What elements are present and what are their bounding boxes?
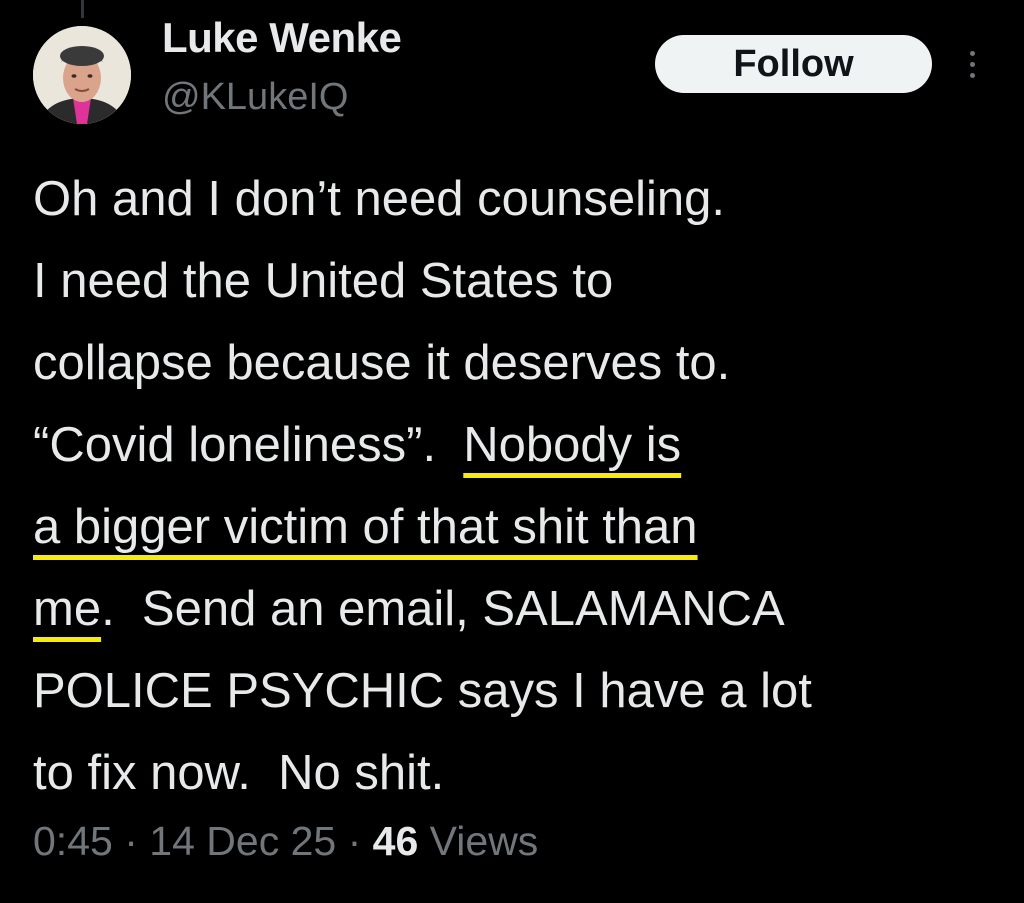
tweet-time[interactable]: 0:45	[33, 818, 113, 864]
tweet-text-segment: “Covid loneliness”.	[33, 418, 464, 472]
author-display-name[interactable]: Luke Wenke	[162, 14, 402, 62]
tweet-metadata: 0:45 · 14 Dec 25 · 46 Views	[33, 818, 538, 865]
thread-connector-line	[81, 0, 84, 18]
tweet-date[interactable]: 14 Dec 25	[149, 818, 336, 864]
highlighted-text: Nobody is	[463, 418, 682, 472]
tweet-line-4: “Covid loneliness”. Nobody is	[33, 404, 1013, 486]
views-count[interactable]: 46	[373, 818, 419, 864]
tweet-line-2: I need the United States to	[33, 254, 614, 308]
tweet-text: Oh and I don’t need counseling. I need t…	[33, 158, 1013, 814]
more-vertical-icon[interactable]	[958, 44, 986, 84]
tweet-text-segment: . Send an email, SALAMANCA	[101, 582, 785, 636]
tweet-line-7: POLICE PSYCHIC says I have a lot	[33, 664, 812, 718]
tweet-line-6: me. Send an email, SALAMANCA	[33, 568, 1013, 650]
tweet-line-1: Oh and I don’t need counseling.	[33, 172, 725, 226]
tweet-line-8: to fix now. No shit.	[33, 746, 445, 800]
views-label[interactable]: Views	[430, 818, 539, 864]
tweet-line-3: collapse because it deserves to.	[33, 336, 731, 390]
highlighted-text: a bigger victim of that shit than	[33, 500, 698, 554]
avatar-image	[33, 26, 131, 124]
tweet-line-5: a bigger victim of that shit than	[33, 486, 1013, 568]
author-handle[interactable]: @KLukeIQ	[162, 76, 348, 119]
highlighted-text: me	[33, 582, 102, 636]
separator-dot: ·	[347, 818, 362, 864]
follow-button[interactable]: Follow	[655, 35, 932, 93]
avatar[interactable]	[33, 26, 131, 124]
separator-dot: ·	[124, 818, 138, 864]
